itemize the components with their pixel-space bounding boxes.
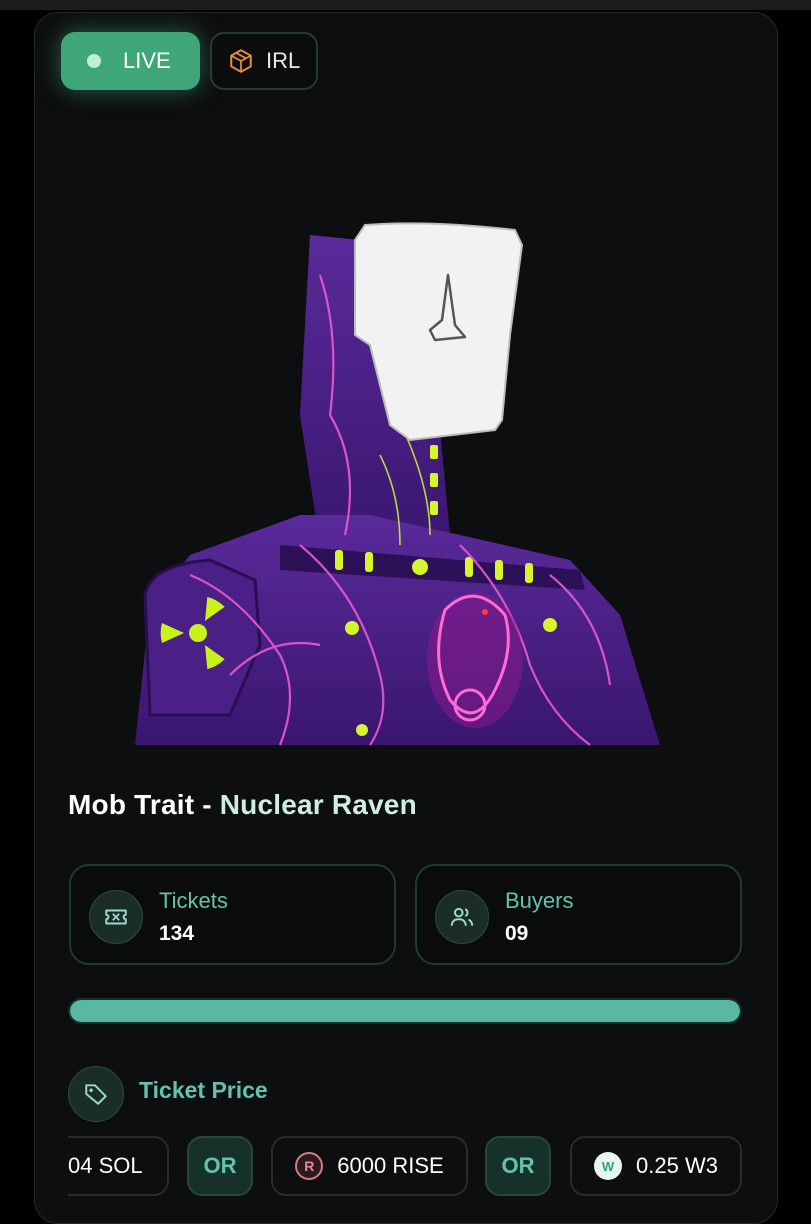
tickets-label: Tickets: [159, 888, 228, 913]
live-dot-icon: [87, 54, 101, 68]
item-title-prefix: Mob Trait -: [68, 789, 220, 820]
buyers-stat-card: Buyers 09: [415, 864, 742, 965]
tickets-stat-card: Tickets 134: [69, 864, 396, 965]
progress-fill: [70, 1000, 740, 1022]
price-option-w3[interactable]: W 0.25 W3: [570, 1136, 742, 1196]
price-sol-text: 04 SOL: [68, 1153, 143, 1178]
users-icon: [435, 890, 489, 944]
price-option-rise[interactable]: R 6000 RISE: [271, 1136, 468, 1196]
tickets-value: 134: [159, 922, 195, 945]
tag-icon: [68, 1066, 124, 1122]
box-icon: [230, 49, 252, 73]
item-title-name: Nuclear Raven: [219, 789, 417, 820]
or-text: OR: [203, 1153, 237, 1178]
or-separator: OR: [485, 1136, 551, 1196]
or-text: OR: [501, 1153, 535, 1178]
live-badge: LIVE: [61, 32, 200, 90]
or-separator: OR: [187, 1136, 253, 1196]
ticket-price-label: Ticket Price: [139, 1077, 268, 1103]
price-rise-text: 6000 RISE: [337, 1153, 444, 1178]
price-w3-text: 0.25 W3: [636, 1153, 718, 1178]
rise-coin-icon: R: [295, 1152, 324, 1180]
top-bar: [0, 0, 811, 10]
irl-badge: IRL: [210, 32, 318, 90]
price-option-sol[interactable]: 04 SOL: [68, 1136, 169, 1196]
w3-coin-icon: W: [594, 1152, 623, 1180]
buyers-value: 09: [505, 922, 529, 945]
ticket-icon: [89, 890, 143, 944]
item-title: Mob Trait - Nuclear Raven: [68, 789, 417, 821]
live-badge-label: LIVE: [123, 48, 171, 73]
buyers-label: Buyers: [505, 888, 574, 913]
irl-badge-label: IRL: [266, 48, 301, 73]
tickets-progress-bar: [68, 998, 742, 1024]
nft-artwork: [135, 222, 660, 746]
